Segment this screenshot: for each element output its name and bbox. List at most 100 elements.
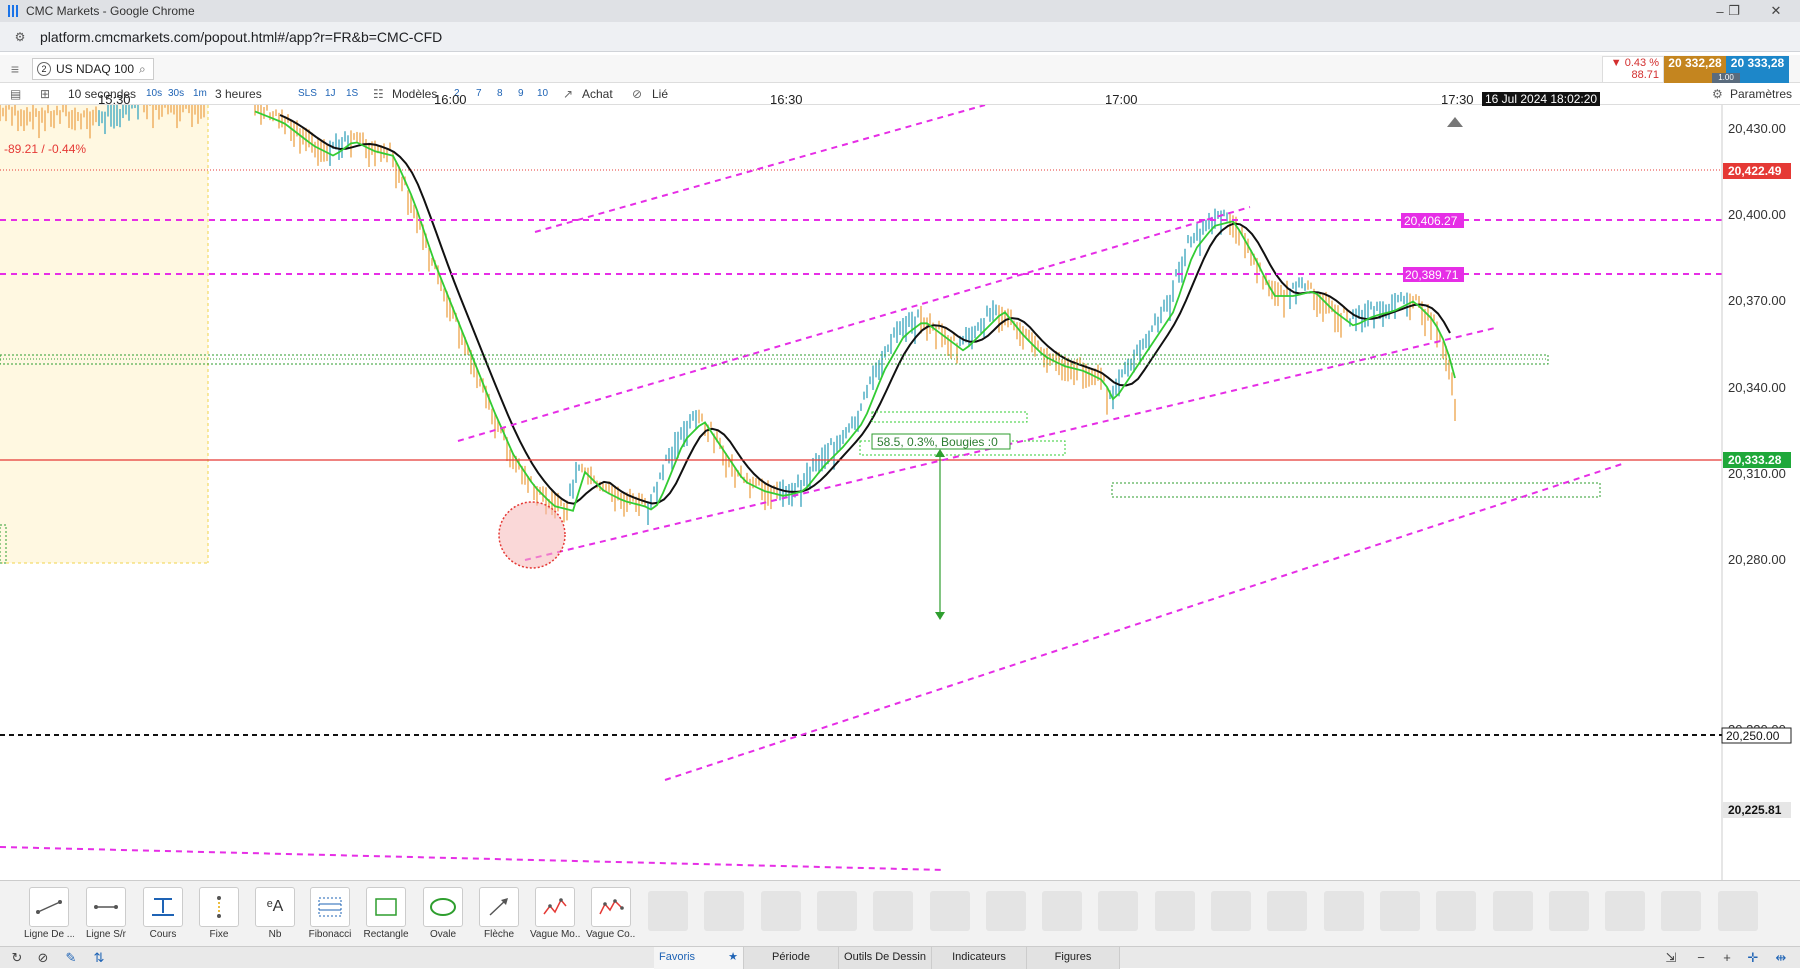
text-icon[interactable]: ᵉA	[255, 887, 295, 927]
channel-top-line	[534, 105, 986, 233]
sr-line-icon[interactable]	[86, 887, 126, 927]
fit-icon[interactable]: ⇹	[1772, 949, 1790, 967]
site-info-icon[interactable]: ⚙	[12, 30, 28, 44]
tool-fibonacci[interactable]: Fibonacci	[305, 887, 355, 940]
block-icon[interactable]: ⊘	[34, 949, 52, 967]
window-title: CMC Markets - Google Chrome	[26, 4, 195, 18]
tab-favorites[interactable]: Favoris ★	[654, 947, 744, 969]
time-marker-triangle	[1447, 117, 1463, 127]
ema-fast-line	[254, 110, 1456, 512]
time-axis: 15:30 16:00 16:30 17:00 17:30 16 Jul 202…	[0, 92, 1722, 108]
tool-wave-co[interactable]: Vague Co...	[586, 887, 636, 940]
empty-tool-slot[interactable]	[1436, 891, 1477, 931]
channel-bottom-left-line	[0, 846, 946, 871]
low-circle-marker	[498, 501, 566, 569]
fixed-icon[interactable]	[199, 887, 239, 927]
price-chart[interactable]: 58.5, 0.3%, Bougies :0 -89.21 / -0.44% 2…	[0, 92, 1800, 880]
empty-tool-slot[interactable]	[816, 891, 857, 931]
empty-tool-slot[interactable]	[1548, 891, 1589, 931]
low-tag-text: 20,225.81	[1728, 803, 1782, 817]
move-icon[interactable]: ⇲	[1662, 949, 1680, 967]
address-bar[interactable]: ⚙ platform.cmcmarkets.com/popout.html#/a…	[0, 22, 1800, 52]
chrome-app-icon	[8, 5, 18, 17]
tool-label: Ovale	[429, 929, 457, 940]
hamburger-menu-icon[interactable]: ≡	[6, 60, 24, 78]
tab-drawing-tools[interactable]: Outils De Dessin	[839, 947, 932, 969]
url-text[interactable]: platform.cmcmarkets.com/popout.html#/app…	[40, 29, 442, 45]
tool-oval[interactable]: Ovale	[418, 887, 468, 940]
price-tick-label: 20,310.00	[1728, 466, 1786, 481]
dashed-level-tag-text: 20,250.00	[1726, 729, 1780, 743]
pencil-icon[interactable]: ✎	[62, 949, 80, 967]
empty-tool-slot[interactable]	[760, 891, 801, 931]
sell-price: 20 332,28	[1668, 56, 1722, 70]
trend-line-icon[interactable]	[29, 887, 69, 927]
empty-tool-slot[interactable]	[985, 891, 1026, 931]
bottom-tab-strip: ↻ ⊘ ✎ ⇅ Favoris ★ Période Outils De Dess…	[0, 946, 1800, 969]
empty-tool-slot[interactable]	[1323, 891, 1364, 931]
empty-tool-slot[interactable]	[1492, 891, 1533, 931]
swap-icon[interactable]: ⇅	[90, 949, 108, 967]
empty-tool-slot[interactable]	[1661, 891, 1702, 931]
chart-canvas[interactable]: 58.5, 0.3%, Bougies :0 -89.21 / -0.44% 2…	[0, 105, 1800, 880]
empty-tool-slot[interactable]	[1379, 891, 1420, 931]
prev-close-tag-text: 20,422.49	[1728, 164, 1782, 178]
empty-tool-slot[interactable]	[1605, 891, 1646, 931]
tab-figures[interactable]: Figures	[1027, 947, 1120, 969]
instrument-selector[interactable]: 2 US NDAQ 100 ⌕	[32, 58, 154, 80]
empty-tool-slot[interactable]	[1267, 891, 1308, 931]
tool-arrow[interactable]: Flèche	[474, 887, 524, 940]
tool-trend-line[interactable]: Ligne De ...	[24, 887, 74, 940]
zone-small-1	[871, 411, 1028, 423]
tool-wave[interactable]: Vague Mo...	[530, 887, 580, 940]
tool-sr-line[interactable]: Ligne S/r	[81, 887, 131, 940]
price-line-icon[interactable]	[143, 887, 183, 927]
maximize-button[interactable]: ❐	[1714, 0, 1754, 22]
empty-tool-slot[interactable]	[648, 891, 688, 931]
tab-indicators[interactable]: Indicateurs	[932, 947, 1027, 969]
tab-period[interactable]: Période	[744, 947, 839, 969]
tool-label: Ligne S/r	[85, 929, 127, 940]
rectangle-icon[interactable]	[366, 887, 406, 927]
drawing-tools-bar: Ligne De ... Ligne S/r Cours Fixe ᵉA Nb Fibona…	[0, 880, 1800, 946]
tool-rectangle[interactable]: Rectangle	[361, 887, 411, 940]
instrument-toolbar: ≡ 2 US NDAQ 100 ⌕ ▼ 0.43 % 88.71 20 332,…	[0, 55, 1800, 83]
crosshair-icon[interactable]: ✛	[1744, 949, 1762, 967]
buy-price: 20 333,28	[1730, 56, 1785, 70]
wave-co-icon[interactable]	[591, 887, 631, 927]
fibonacci-icon[interactable]	[310, 887, 350, 927]
arrow-icon[interactable]	[479, 887, 519, 927]
tool-label: Nb	[268, 929, 282, 940]
candlesticks	[0, 105, 1456, 525]
current-price-tag-text: 20,333.28	[1728, 453, 1782, 467]
price-tick-label: 20,400.00	[1728, 207, 1786, 222]
empty-tool-slot[interactable]	[1211, 891, 1251, 931]
zoom-in-icon[interactable]: +	[1718, 949, 1736, 967]
wave-icon[interactable]	[535, 887, 575, 927]
refresh-icon[interactable]: ↻	[8, 949, 26, 967]
empty-tool-slot[interactable]	[873, 891, 914, 931]
channel-middle-line	[457, 206, 1251, 442]
tool-fixed[interactable]: Fixe	[194, 887, 244, 940]
measure-label: 58.5, 0.3%, Bougies :0	[877, 435, 998, 449]
empty-tool-slot[interactable]	[704, 891, 745, 931]
empty-tool-slot[interactable]	[1717, 891, 1758, 931]
time-label: 17:00	[1105, 92, 1138, 107]
session-shading	[0, 105, 208, 563]
tool-label: Vague Mo...	[530, 929, 580, 940]
tool-label: Ligne De ...	[24, 929, 74, 940]
empty-tool-slot[interactable]	[1098, 891, 1139, 931]
ema-slow-line	[279, 114, 1451, 505]
empty-tool-slot[interactable]	[929, 891, 970, 931]
price-tick-label: 20,280.00	[1728, 552, 1786, 567]
tool-price-line[interactable]: Cours	[138, 887, 188, 940]
search-icon[interactable]: ⌕	[139, 62, 146, 77]
empty-tool-slot[interactable]	[1154, 891, 1195, 931]
settings-button[interactable]: Paramètres	[1730, 83, 1792, 105]
oval-icon[interactable]	[423, 887, 463, 927]
price-tick-label: 20,370.00	[1728, 293, 1786, 308]
tool-text[interactable]: ᵉA Nb	[250, 887, 300, 940]
close-window-button[interactable]: ✕	[1756, 0, 1796, 22]
empty-tool-slot[interactable]	[1042, 891, 1083, 931]
zoom-out-icon[interactable]: −	[1692, 949, 1710, 967]
